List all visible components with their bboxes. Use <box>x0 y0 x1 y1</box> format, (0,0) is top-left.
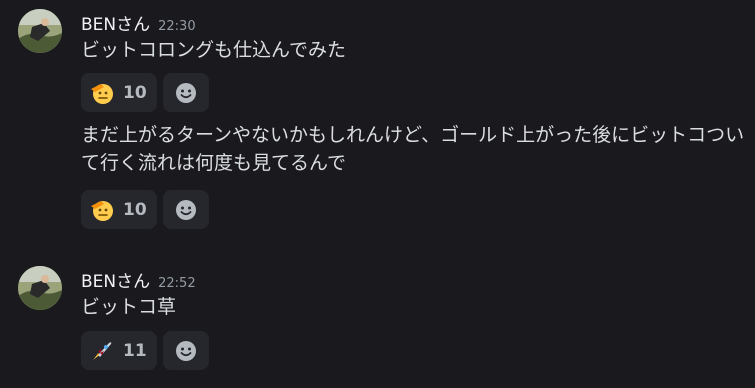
avatar[interactable] <box>18 9 62 53</box>
add-reaction-button[interactable] <box>162 73 209 112</box>
reaction-bar: 10 <box>81 190 209 229</box>
username[interactable]: BENさん <box>81 10 150 35</box>
smiley-icon <box>175 340 196 361</box>
message-header: BENさん 22:30 <box>81 10 196 35</box>
smiley-icon <box>175 199 196 220</box>
reaction-bar: 11 <box>81 331 209 370</box>
timestamp[interactable]: 22:30 <box>158 19 195 34</box>
message-header: BENさん 22:52 <box>81 267 196 292</box>
smiley-icon <box>175 82 196 103</box>
saluting-face-icon <box>89 197 115 223</box>
reaction-saluting-face[interactable]: 10 <box>81 73 157 112</box>
reaction-bar: 10 <box>81 73 209 112</box>
username[interactable]: BENさん <box>81 267 150 292</box>
rocket-icon <box>89 338 115 364</box>
avatar[interactable] <box>18 266 62 310</box>
add-reaction-button[interactable] <box>162 331 209 370</box>
chat-area: BENさん 22:30 ビットコロングも仕込んでみた 10 まだ上がるターンやな… <box>0 0 755 388</box>
reaction-count: 11 <box>123 340 147 361</box>
saluting-face-icon <box>89 80 115 106</box>
message-text: まだ上がるターンやないかもしれんけど、ゴールド上がった後にビットコついて行く流れ… <box>81 124 745 174</box>
reaction-count: 10 <box>123 82 147 103</box>
message-text: ビットコロングも仕込んでみた <box>81 39 347 61</box>
reaction-saluting-face[interactable]: 10 <box>81 190 157 229</box>
message-text: ビットコ草 <box>81 296 177 318</box>
add-reaction-button[interactable] <box>162 190 209 229</box>
timestamp[interactable]: 22:52 <box>158 276 195 291</box>
reaction-rocket[interactable]: 11 <box>81 331 157 370</box>
reaction-count: 10 <box>123 199 147 220</box>
